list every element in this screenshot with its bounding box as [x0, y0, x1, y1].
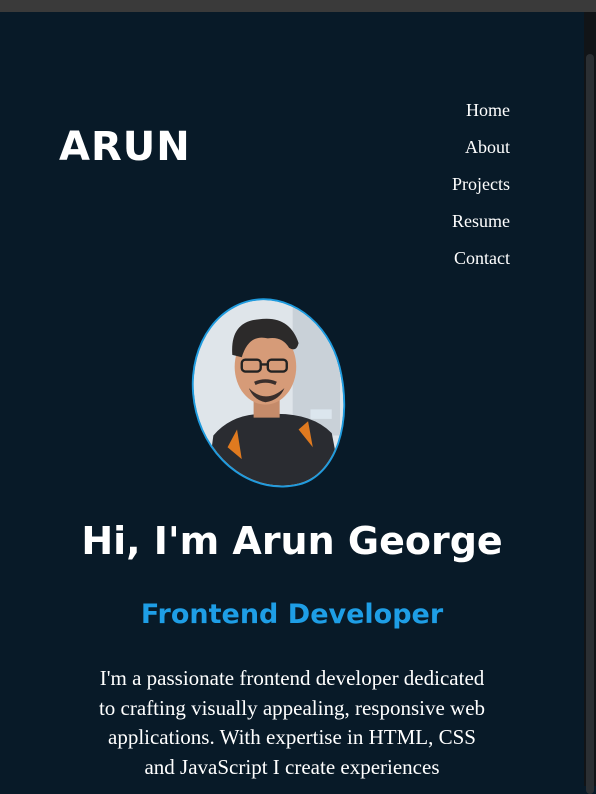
portfolio-page: ARUN Home About Projects Resume Contact: [0, 12, 584, 786]
hero-role: Frontend Developer: [140, 599, 444, 630]
nav-link-resume[interactable]: Resume: [452, 209, 510, 233]
main-nav: Home About Projects Resume Contact: [452, 98, 510, 270]
nav-link-about[interactable]: About: [465, 135, 510, 159]
profile-avatar: [172, 282, 366, 506]
nav-link-contact[interactable]: Contact: [454, 246, 510, 270]
nav-link-projects[interactable]: Projects: [452, 172, 510, 196]
scrollbar-thumb[interactable]: [586, 54, 594, 794]
vertical-scrollbar[interactable]: [584, 12, 596, 794]
site-logo[interactable]: ARUN: [59, 124, 191, 170]
hero-title: Hi, I'm Arun George: [81, 519, 503, 563]
nav-link-home[interactable]: Home: [466, 98, 510, 122]
window-top-bar: [0, 0, 596, 12]
avatar-illustration: [180, 282, 358, 506]
hero-description: I'm a passionate frontend developer dedi…: [98, 666, 486, 779]
